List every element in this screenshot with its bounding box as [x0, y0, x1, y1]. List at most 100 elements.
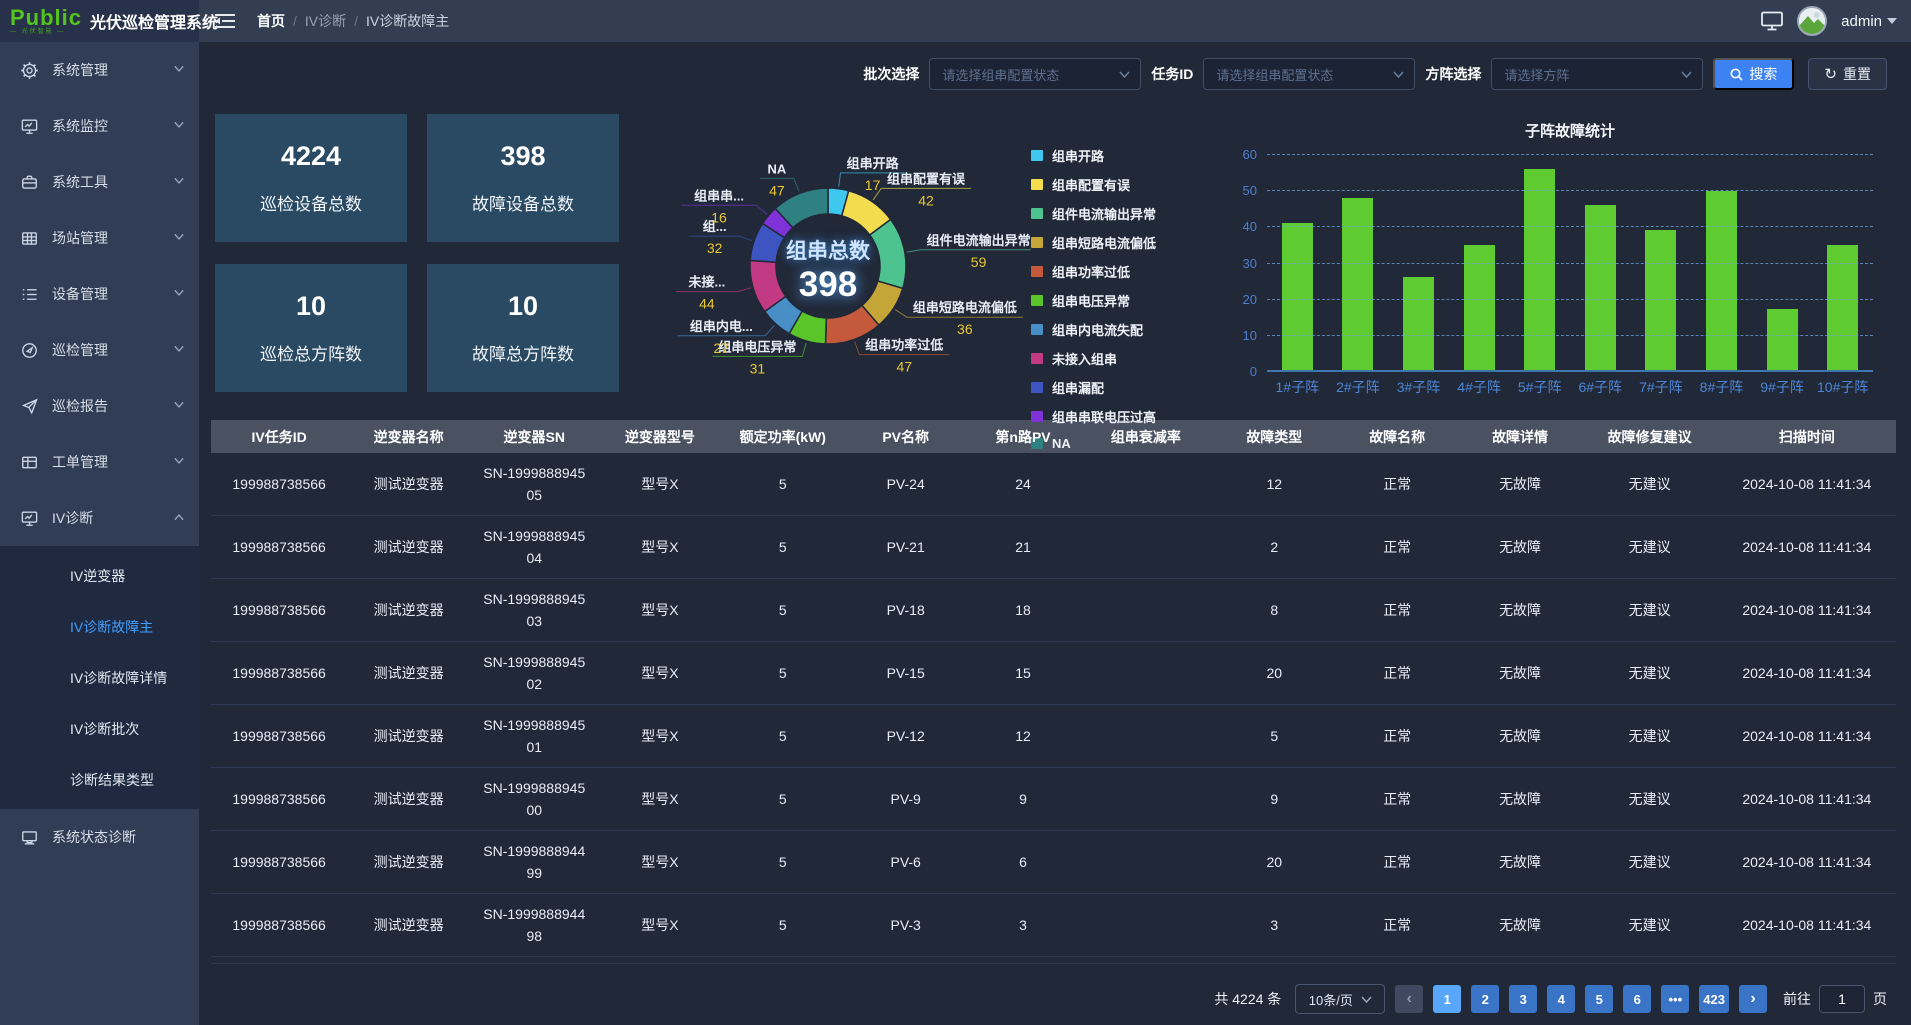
goto-label: 前往: [1783, 989, 1811, 1009]
sidebar-item-2[interactable]: 系统工具: [0, 154, 199, 210]
sidebar-item-8[interactable]: IV诊断: [0, 490, 199, 546]
subarray-bar-chart: 子阵故障统计 0102030405060 1#子阵2#子阵3#子阵4#子阵5#子…: [1217, 114, 1891, 402]
avatar[interactable]: [1797, 6, 1827, 36]
page-size-select[interactable]: 10条/页: [1295, 984, 1385, 1014]
goto-page-input[interactable]: [1819, 985, 1865, 1013]
chevron-down-icon: [1681, 71, 1692, 78]
chevron-down-icon: [1119, 71, 1130, 78]
chevron-down-icon: [173, 400, 185, 412]
bar-x-label: 4#子阵: [1449, 377, 1510, 397]
table-cell: 199988738566: [211, 787, 347, 811]
bar-3#子阵[interactable]: [1403, 277, 1434, 370]
table-cell: SN-199988894501: [470, 710, 598, 763]
bar-5#子阵[interactable]: [1524, 169, 1555, 370]
bar-7#子阵[interactable]: [1645, 230, 1676, 370]
table-cell: 199988738566: [211, 913, 347, 937]
donut-legend: 组串开路组串配置有误组件电流输出异常组串短路电流偏低组串功率过低组串电压异常组串…: [1031, 114, 1217, 402]
user-menu[interactable]: admin: [1841, 13, 1897, 30]
array-select[interactable]: 请选择方阵: [1491, 58, 1703, 90]
table-row[interactable]: 199988738566测试逆变器SN-199988894502型号X5PV-1…: [211, 642, 1896, 705]
sidebar-item-3[interactable]: 场站管理: [0, 210, 199, 266]
page-button-4[interactable]: 4: [1547, 985, 1575, 1013]
legend-item[interactable]: 未接入组串: [1031, 349, 1217, 368]
table-row[interactable]: 199988738566测试逆变器SN-199988894505型号X5PV-2…: [211, 453, 1896, 516]
bar-x-label: 8#子阵: [1691, 377, 1752, 397]
search-button[interactable]: 搜索: [1713, 58, 1794, 90]
search-icon: [1730, 68, 1743, 81]
bar-2#子阵[interactable]: [1342, 198, 1373, 370]
sidebar-item-7[interactable]: 工单管理: [0, 434, 199, 490]
legend-item[interactable]: 组串开路: [1031, 146, 1217, 165]
sidebar-subitem[interactable]: IV诊断故障详情: [0, 652, 199, 703]
donut-label-value: 32: [707, 240, 723, 256]
donut-label-text: 组串功率过低: [865, 338, 943, 353]
table-row[interactable]: 199988738566测试逆变器SN-199988894500型号X5PV-9…: [211, 768, 1896, 831]
legend-item[interactable]: 组串电压异常: [1031, 291, 1217, 310]
next-page-button[interactable]: ›: [1739, 985, 1767, 1013]
legend-swatch: [1031, 208, 1043, 219]
sidebar-item-0[interactable]: 系统管理: [0, 42, 199, 98]
stat-card-2: 10巡检总方阵数: [215, 264, 407, 392]
bar-8#子阵[interactable]: [1706, 191, 1737, 370]
legend-item[interactable]: 组串短路电流偏低: [1031, 233, 1217, 252]
sidebar-subitem[interactable]: 诊断结果类型: [0, 754, 199, 805]
page-button-3[interactable]: 3: [1509, 985, 1537, 1013]
collapse-sidebar-icon[interactable]: [215, 12, 235, 30]
prev-page-button[interactable]: ‹: [1395, 985, 1423, 1013]
table-cell: [1079, 543, 1213, 551]
page-ellipsis-button[interactable]: •••: [1661, 985, 1689, 1013]
stat-value: 10: [296, 291, 326, 322]
table-row[interactable]: 199988738566测试逆变器SN-199988894501型号X5PV-1…: [211, 705, 1896, 768]
bar-1#子阵[interactable]: [1282, 223, 1313, 370]
bar-y-tick: 60: [1243, 147, 1257, 162]
sidebar-item-4[interactable]: 设备管理: [0, 266, 199, 322]
bar-gridline: [1267, 154, 1873, 155]
sidebar-item-1[interactable]: 系统监控: [0, 98, 199, 154]
iv-monitor-icon: [20, 509, 39, 528]
batch-select[interactable]: 请选择组串配置状态: [929, 58, 1141, 90]
sidebar-item-9[interactable]: 系统状态诊断: [0, 809, 199, 865]
sidebar-item-6[interactable]: 巡检报告: [0, 378, 199, 434]
page-button-2[interactable]: 2: [1471, 985, 1499, 1013]
table-cell: PV-12: [844, 724, 967, 748]
stat-value: 10: [508, 291, 538, 322]
bar-6#子阵[interactable]: [1585, 205, 1616, 370]
fullscreen-monitor-icon[interactable]: [1761, 11, 1783, 31]
bar-9#子阵[interactable]: [1767, 309, 1798, 370]
legend-item[interactable]: 组串漏配: [1031, 378, 1217, 397]
sidebar-subitem[interactable]: IV诊断故障主: [0, 601, 199, 652]
table-row[interactable]: 199988738566测试逆变器SN-199988894504型号X5PV-2…: [211, 516, 1896, 579]
legend-item[interactable]: 组串配置有误: [1031, 175, 1217, 194]
breadcrumb-iv[interactable]: IV诊断: [305, 11, 346, 31]
computer-icon: [20, 828, 39, 847]
table-row[interactable]: 199988738566测试逆变器SN-199988894499型号X5PV-6…: [211, 831, 1896, 894]
page-button-6[interactable]: 6: [1623, 985, 1651, 1013]
sidebar-item-5[interactable]: 巡检管理: [0, 322, 199, 378]
reset-button[interactable]: ↻ 重置: [1808, 58, 1887, 90]
total-count: 共 4224 条: [1214, 989, 1281, 1009]
column-header-5: PV名称: [844, 423, 967, 451]
batch-select-label: 批次选择: [863, 64, 919, 84]
table-cell: 5: [721, 661, 844, 685]
page-button-1[interactable]: 1: [1433, 985, 1461, 1013]
sidebar-subitem[interactable]: IV诊断批次: [0, 703, 199, 754]
table-cell: 2024-10-08 11:41:34: [1718, 535, 1896, 559]
donut-label-text: 组串配置有误: [887, 171, 966, 186]
refresh-icon: ↻: [1824, 67, 1837, 82]
table-cell: 无故障: [1459, 911, 1582, 939]
donut-label-text: 组串电压异常: [718, 339, 796, 354]
breadcrumb-home[interactable]: 首页: [257, 11, 285, 31]
page-button-423[interactable]: 423: [1699, 985, 1729, 1013]
sidebar-menu: 系统管理系统监控系统工具场站管理设备管理巡检管理巡检报告工单管理IV诊断IV逆变…: [0, 42, 199, 865]
table-row[interactable]: 199988738566测试逆变器SN-199988894498型号X5PV-3…: [211, 894, 1896, 957]
chevron-down-icon: [173, 120, 185, 132]
legend-item[interactable]: 组串功率过低: [1031, 262, 1217, 281]
legend-item[interactable]: 组串内电流失配: [1031, 320, 1217, 339]
page-button-5[interactable]: 5: [1585, 985, 1613, 1013]
table-cell: 5: [721, 472, 844, 496]
task-id-select[interactable]: 请选择组串配置状态: [1203, 58, 1415, 90]
gear-icon: [20, 61, 39, 80]
sidebar-subitem[interactable]: IV逆变器: [0, 550, 199, 601]
table-row[interactable]: 199988738566测试逆变器SN-199988894503型号X5PV-1…: [211, 579, 1896, 642]
legend-item[interactable]: 组件电流输出异常: [1031, 204, 1217, 223]
